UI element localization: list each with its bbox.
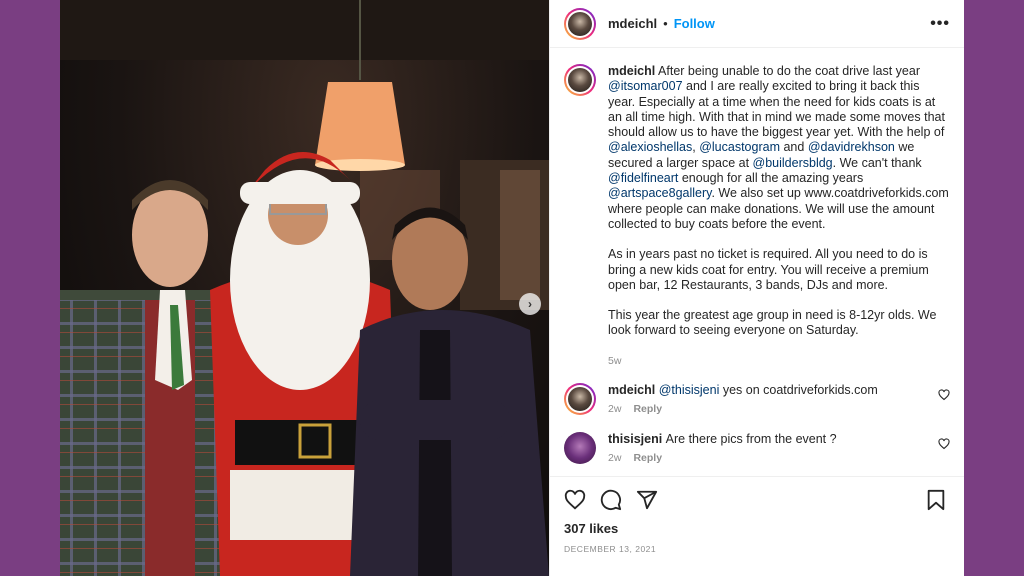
mention-link[interactable]: @lucastogram bbox=[699, 140, 780, 154]
caption-text-segment: As in years past no ticket is required. … bbox=[608, 247, 929, 292]
comment-like-heart-icon[interactable] bbox=[938, 389, 950, 401]
share-icon[interactable] bbox=[636, 489, 658, 511]
mention-link[interactable]: @artspace8gallery bbox=[608, 186, 711, 200]
separator-dot: • bbox=[663, 16, 668, 31]
mention-link[interactable]: @thisisjeni bbox=[659, 383, 720, 397]
comment-row: mdeichl @thisisjeni yes on coatdrivefork… bbox=[564, 383, 950, 418]
caption-text-segment: After being unable to do the coat drive … bbox=[655, 64, 921, 78]
caption-text-segment: and bbox=[780, 140, 808, 155]
comments-section[interactable]: mdeichl After being unable to do the coa… bbox=[550, 48, 964, 476]
comment-username[interactable]: mdeichl bbox=[608, 383, 659, 397]
instagram-post-modal: › mdeichl • Follow ••• mdeichl After bei… bbox=[60, 0, 964, 576]
mention-link[interactable]: @alexioshellas bbox=[608, 140, 692, 154]
caption: mdeichl After being unable to do the coa… bbox=[564, 64, 950, 369]
avatar[interactable] bbox=[564, 64, 596, 96]
action-bar: 307 likes DECEMBER 13, 2021 bbox=[550, 476, 964, 576]
mention-link[interactable]: @davidrekhson bbox=[808, 140, 895, 154]
post-date: DECEMBER 13, 2021 bbox=[564, 544, 657, 554]
comment-text: yes on coatdriveforkids.com bbox=[719, 383, 878, 398]
mention-link[interactable]: @buildersbldg bbox=[753, 156, 833, 170]
comment-like-heart-icon[interactable] bbox=[938, 438, 950, 450]
avatar[interactable] bbox=[564, 383, 596, 416]
comment-username[interactable]: thisisjeni bbox=[608, 432, 666, 446]
caption-username[interactable]: mdeichl bbox=[608, 64, 655, 78]
mention-link[interactable]: @fidelfineart bbox=[608, 171, 678, 185]
bookmark-icon[interactable] bbox=[926, 489, 946, 511]
party-photo-illustration bbox=[60, 0, 549, 576]
comment-list: mdeichl @thisisjeni yes on coatdrivefork… bbox=[564, 383, 950, 466]
post-header: mdeichl • Follow ••• bbox=[550, 0, 964, 48]
caption-paragraph: As in years past no ticket is required. … bbox=[608, 247, 950, 293]
reply-button[interactable]: Reply bbox=[633, 403, 662, 415]
mention-link[interactable]: @itsomar007 bbox=[608, 79, 683, 93]
reply-button[interactable]: Reply bbox=[633, 452, 662, 464]
more-options-icon[interactable]: ••• bbox=[930, 15, 950, 33]
comment-row: thisisjeni Are there pics from the event… bbox=[564, 431, 950, 467]
comment-icon[interactable] bbox=[600, 489, 622, 511]
caption-text: mdeichl After being unable to do the coa… bbox=[608, 64, 950, 339]
comment-text: Are there pics from the event ? bbox=[665, 431, 837, 446]
caption-paragraph: mdeichl After being unable to do the coa… bbox=[608, 64, 950, 232]
follow-button[interactable]: Follow bbox=[674, 16, 715, 31]
avatar[interactable] bbox=[564, 431, 596, 464]
avatar[interactable] bbox=[564, 7, 596, 40]
likes-count[interactable]: 307 likes bbox=[564, 521, 950, 536]
comment-age: 2w bbox=[608, 451, 622, 464]
caption-paragraph: This year the greatest age group in need… bbox=[608, 308, 950, 339]
caption-text-segment: . We can't thank bbox=[832, 155, 922, 170]
caption-text-segment: This year the greatest age group in need… bbox=[608, 308, 937, 338]
left-man bbox=[60, 180, 235, 576]
header-username[interactable]: mdeichl bbox=[608, 16, 657, 31]
heart-icon[interactable] bbox=[564, 489, 586, 511]
caption-age: 5w bbox=[608, 354, 622, 367]
post-photo[interactable]: › bbox=[60, 0, 549, 576]
comment-age: 2w bbox=[608, 403, 622, 416]
post-details-panel: mdeichl • Follow ••• mdeichl After being… bbox=[549, 0, 964, 576]
chevron-right-icon: › bbox=[528, 297, 532, 311]
next-photo-button[interactable]: › bbox=[519, 293, 541, 315]
lamp-shade bbox=[315, 82, 405, 165]
caption-text-segment: enough for all the amazing years bbox=[678, 171, 864, 186]
